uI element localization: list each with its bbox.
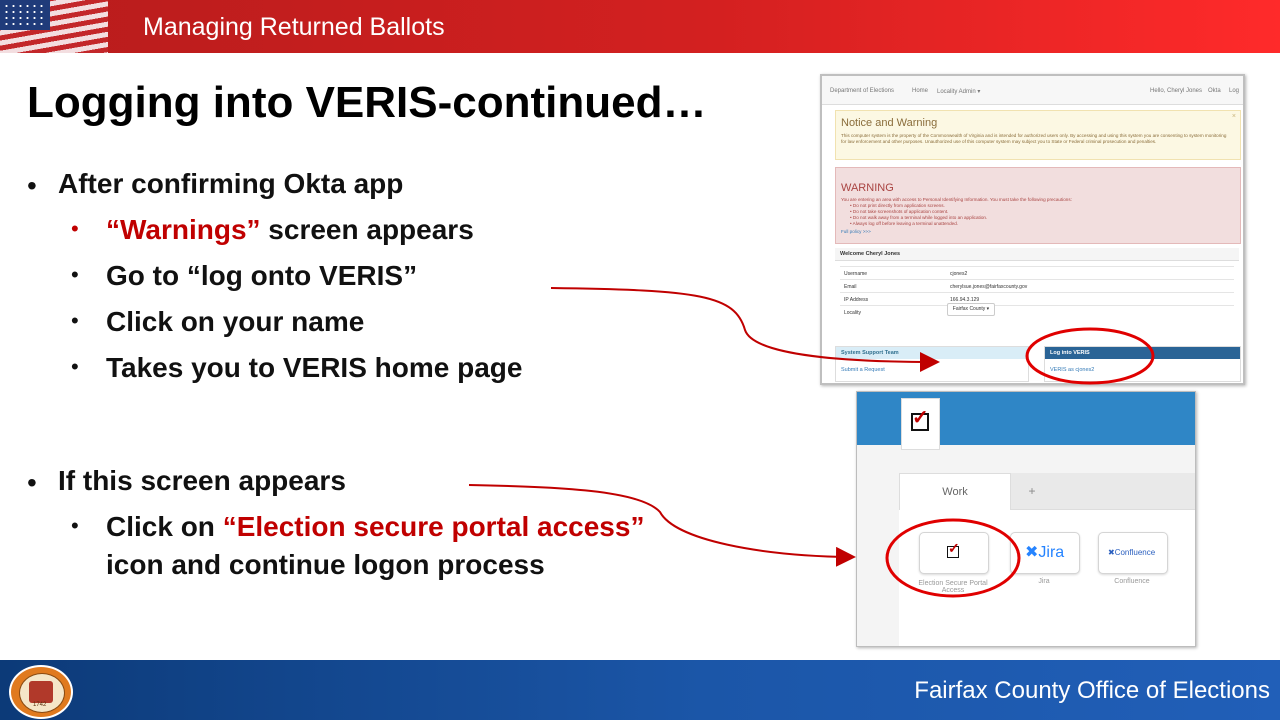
field-value: cjones2 <box>950 271 968 277</box>
log-into-veris-panel: Log into VERIS VERIS as cjones2 <box>1044 346 1241 382</box>
warning-title: WARNING <box>841 182 894 194</box>
bullet-veris-home: Takes you to VERIS home page <box>106 352 523 383</box>
tab-work[interactable]: Work <box>899 473 1011 511</box>
footer-text: Fairfax County Office of Elections <box>914 677 1270 704</box>
nav-okta[interactable]: Okta <box>1208 88 1221 94</box>
system-support-panel: System Support Team Submit a Request <box>835 346 1029 382</box>
bullet-icon: • <box>71 308 79 333</box>
close-icon[interactable]: × <box>1232 113 1236 120</box>
support-title: System Support Team <box>836 347 1028 359</box>
app-label: Election Secure Portal Access <box>918 580 988 594</box>
election-secure-portal-tile[interactable]: ✓ <box>919 532 989 574</box>
field-label: IP Address <box>844 297 869 303</box>
full-policy-link[interactable]: Full policy >>> <box>841 229 871 234</box>
header-title: Managing Returned Ballots <box>143 13 445 41</box>
nav-home[interactable]: Home <box>912 88 928 94</box>
bullet-log-onto-veris: Go to “log onto VERIS” <box>106 260 418 291</box>
notice-panel: Notice and Warning This computer system … <box>835 110 1241 160</box>
nav-locality-admin[interactable]: Locality Admin ▾ <box>937 88 980 95</box>
notice-text: This computer system is the property of … <box>841 133 1227 144</box>
field-value: cherylsue.jones@fairfaxcounty.gov <box>950 284 1028 290</box>
bullet-icon: • <box>27 467 37 498</box>
table-row: Email cherylsue.jones@fairfaxcounty.gov <box>840 279 1234 293</box>
nav-hello-user[interactable]: Hello, Cheryl Jones <box>1150 88 1202 94</box>
table-row: Locality <box>840 305 1234 326</box>
okta-dashboard-screenshot: ✓ Work + ✓ Election Secure Portal Access… <box>856 391 1196 647</box>
field-label: Locality <box>844 310 861 316</box>
app-label: Jira <box>1038 578 1050 585</box>
confluence-tile[interactable]: ✖Confluence <box>1098 532 1168 574</box>
warning-item: • Do not take screenshots of application… <box>850 209 949 214</box>
us-flag-icon <box>0 0 108 53</box>
bullet-click-name: Click on your name <box>106 306 365 337</box>
warning-item: • Do not print directly from application… <box>850 203 945 208</box>
add-tab-button[interactable]: + <box>1017 473 1047 509</box>
bullet-icon: • <box>71 262 79 287</box>
bullet-confirming-okta: After confirming Okta app <box>58 168 404 199</box>
veris-navbar: Department of Elections Home Locality Ad… <box>822 76 1243 105</box>
slide-title: Logging into VERIS-continued… <box>27 78 707 127</box>
veris-login-link[interactable]: VERIS as cjones2 <box>1050 367 1094 373</box>
bullet-continue-logon: icon and continue logon process <box>106 549 545 580</box>
nav-logout[interactable]: Log <box>1229 88 1239 94</box>
jira-tile[interactable]: ✖Jira <box>1010 532 1080 574</box>
login-title: Log into VERIS <box>1045 347 1240 359</box>
table-row: IP Address 166.94.3.129 <box>840 292 1234 306</box>
field-label: Email <box>844 284 857 290</box>
app-label: Confluence <box>1114 578 1150 585</box>
warning-item: • Always log off before leaving a termin… <box>850 221 959 226</box>
bullet-icon: • <box>27 170 37 201</box>
nav-brand[interactable]: Department of Elections <box>830 88 894 94</box>
bullet-icon: • <box>71 513 79 538</box>
header-bar: Managing Returned Ballots <box>0 0 1280 53</box>
field-label: Username <box>844 271 868 277</box>
welcome-header: Welcome Cheryl Jones <box>835 248 1239 261</box>
bullet-warnings-screen: “Warnings” screen appears <box>106 214 474 245</box>
county-seal-icon: 1742 <box>9 665 73 719</box>
bullet-icon: • <box>71 216 79 241</box>
submit-request-link[interactable]: Submit a Request <box>841 367 885 373</box>
ballot-check-icon: ✓ <box>901 398 940 450</box>
welcome-text: Welcome Cheryl Jones <box>840 251 901 257</box>
jira-icon: ✖Jira <box>1025 544 1065 561</box>
locality-select[interactable]: Fairfax County ▾ <box>947 303 995 316</box>
veris-warning-screenshot: Department of Elections Home Locality Ad… <box>820 74 1245 385</box>
bullet-icon: • <box>71 354 79 379</box>
warning-panel: WARNING You are entering an area with ac… <box>835 167 1241 244</box>
confluence-icon: ✖Confluence <box>1108 548 1156 557</box>
warning-item: • Do not walk away from a terminal while… <box>850 215 988 220</box>
bullet-click-election-portal: Click on “Election secure portal access” <box>106 511 645 542</box>
table-row: Username cjones2 <box>840 266 1234 280</box>
notice-title: Notice and Warning <box>841 117 938 129</box>
bullet-if-screen-appears: If this screen appears <box>58 465 346 496</box>
